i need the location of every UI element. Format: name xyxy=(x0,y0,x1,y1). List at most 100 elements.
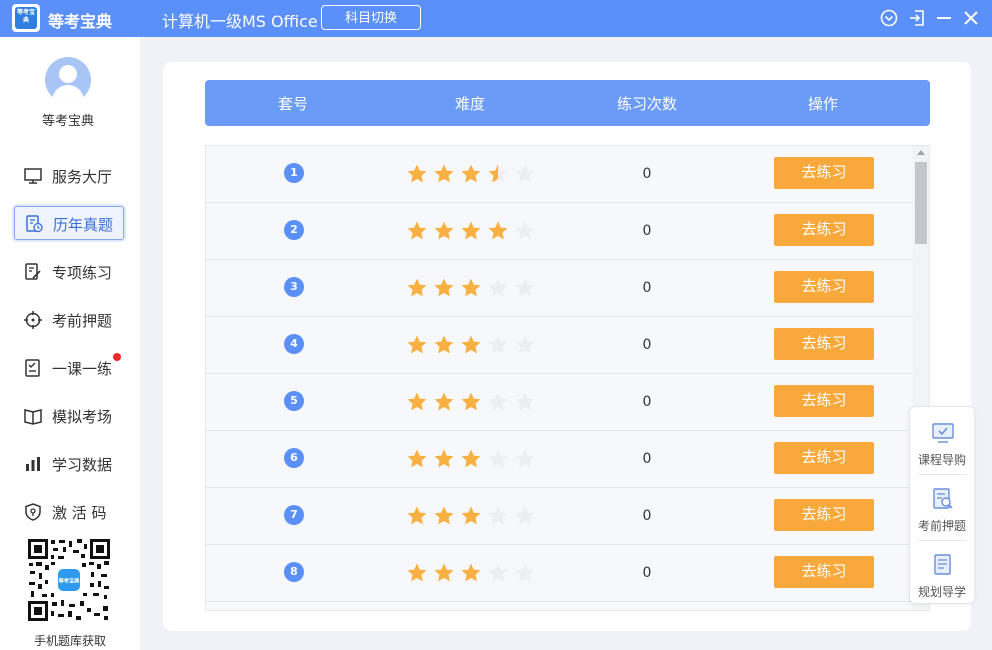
star-icon xyxy=(488,506,508,525)
document-list-icon xyxy=(934,554,951,575)
sidebar-item-label: 考前押题 xyxy=(52,312,113,330)
float-item-study-plan[interactable]: 规划导学 xyxy=(910,543,974,605)
star-icon xyxy=(434,563,454,582)
notification-dot xyxy=(113,353,121,361)
go-practice-button[interactable]: 去练习 xyxy=(774,157,874,189)
practice-count: 0 xyxy=(642,508,652,524)
star-icon xyxy=(461,335,481,354)
star-icon xyxy=(488,335,508,354)
practice-count: 0 xyxy=(642,565,652,581)
sidebar-item-past-papers[interactable]: 历年真题 xyxy=(14,206,124,240)
go-practice-button[interactable]: 去练习 xyxy=(774,556,874,588)
star-icon xyxy=(488,449,508,468)
star-icon xyxy=(515,164,535,183)
star-icon xyxy=(515,392,535,411)
sidebar-item-service-hall[interactable]: 服务大厅 xyxy=(14,159,124,193)
monitor-icon xyxy=(24,168,42,184)
star-icon xyxy=(488,563,508,582)
float-item-predicted-questions[interactable]: 考前押题 xyxy=(910,477,974,539)
qr-logo-text: 等考宝典 xyxy=(58,577,81,585)
star-icon xyxy=(461,392,481,411)
subject-title: 计算机一级MS Office xyxy=(162,12,318,31)
go-practice-button[interactable]: 去练习 xyxy=(774,328,874,360)
star-icon xyxy=(488,221,508,240)
sidebar-item-activation-code[interactable]: 激 活 码 xyxy=(14,495,124,529)
crosshair-icon xyxy=(24,311,42,329)
go-practice-button[interactable]: 去练习 xyxy=(774,271,874,303)
sidebar-item-label: 模拟考场 xyxy=(52,408,113,426)
table-row: 6 0 去练习 xyxy=(206,431,913,488)
monitor-check-icon xyxy=(932,423,954,443)
window-controls xyxy=(878,7,982,29)
edit-document-icon xyxy=(25,263,41,280)
star-icon xyxy=(488,278,508,297)
column-header-action: 操作 xyxy=(807,95,838,113)
table-row: 7 0 去练习 xyxy=(206,488,913,545)
star-icon xyxy=(515,449,535,468)
practice-count: 0 xyxy=(642,166,652,182)
float-item-label: 规划导学 xyxy=(917,585,966,599)
go-practice-button[interactable]: 去练习 xyxy=(774,442,874,474)
star-icon xyxy=(488,164,508,183)
subject-switch-button[interactable]: 科目切换 xyxy=(321,5,421,30)
book-icon xyxy=(24,409,42,425)
table-row: 4 0 去练习 xyxy=(206,317,913,374)
star-icon xyxy=(407,335,427,354)
sidebar-item-label: 学习数据 xyxy=(52,456,113,474)
minimize-icon[interactable] xyxy=(933,7,955,29)
set-number-badge: 7 xyxy=(284,505,304,525)
divider xyxy=(918,474,966,475)
sidebar-item-study-data[interactable]: 学习数据 xyxy=(14,447,124,481)
sidebar-item-predicted-questions[interactable]: 考前押题 xyxy=(14,303,124,337)
float-item-course-guide[interactable]: 课程导购 xyxy=(910,411,974,473)
floating-quick-panel: 课程导购 考前押题 规划导学 xyxy=(909,406,975,604)
star-icon xyxy=(434,335,454,354)
go-practice-button[interactable]: 去练习 xyxy=(774,499,874,531)
set-number-badge: 1 xyxy=(284,163,304,183)
practice-count: 0 xyxy=(642,280,652,296)
star-icon xyxy=(407,221,427,240)
practice-count: 0 xyxy=(642,223,652,239)
scroll-thumb[interactable] xyxy=(915,162,927,244)
star-icon xyxy=(407,506,427,525)
document-clock-icon xyxy=(26,215,43,233)
bar-chart-icon xyxy=(26,457,40,471)
sidebar-item-label: 历年真题 xyxy=(53,216,114,234)
star-icon xyxy=(434,221,454,240)
sidebar-item-label: 专项练习 xyxy=(52,264,113,282)
star-icon xyxy=(515,278,535,297)
checklist-icon xyxy=(25,359,40,377)
chevron-down-circle-icon[interactable] xyxy=(878,7,900,29)
set-number-badge: 6 xyxy=(284,448,304,468)
set-number-badge: 4 xyxy=(284,334,304,354)
star-icon xyxy=(515,221,535,240)
star-icon xyxy=(434,449,454,468)
sidebar-item-lesson-practice[interactable]: 一课一练 xyxy=(14,351,124,385)
star-icon xyxy=(515,563,535,582)
go-practice-button[interactable]: 去练习 xyxy=(774,385,874,417)
star-icon xyxy=(515,506,535,525)
title-bar: 等考宝典 等考宝典 计算机一级MS Office 科目切换 xyxy=(0,0,992,37)
column-header-difficulty: 难度 xyxy=(454,95,485,113)
avatar[interactable] xyxy=(45,57,91,103)
sidebar-item-mock-exam[interactable]: 模拟考场 xyxy=(14,399,124,433)
practice-count: 0 xyxy=(642,451,652,467)
star-icon xyxy=(461,506,481,525)
go-practice-button[interactable]: 去练习 xyxy=(774,214,874,246)
set-number-badge: 3 xyxy=(284,277,304,297)
star-icon xyxy=(461,164,481,183)
sidebar-item-special-practice[interactable]: 专项练习 xyxy=(14,255,124,289)
shield-icon xyxy=(25,503,41,521)
exit-icon[interactable] xyxy=(906,7,928,29)
table-row: 8 0 去练习 xyxy=(206,545,913,602)
star-icon xyxy=(461,449,481,468)
close-icon[interactable] xyxy=(960,7,982,29)
qr-code: 等考宝典 xyxy=(27,538,111,622)
table-body: 1 0 去练习 2 0 去练习 3 0 去练习 4 0 去练习 5 0 去练习 6 0 去练习 7 0 去练习 8 0 去练习 xyxy=(205,145,930,611)
practice-count: 0 xyxy=(642,394,652,410)
star-icon xyxy=(407,563,427,582)
scroll-up-arrow[interactable] xyxy=(917,150,925,155)
set-number-badge: 2 xyxy=(284,220,304,240)
star-icon xyxy=(407,164,427,183)
table-row: 2 0 去练习 xyxy=(206,203,913,260)
